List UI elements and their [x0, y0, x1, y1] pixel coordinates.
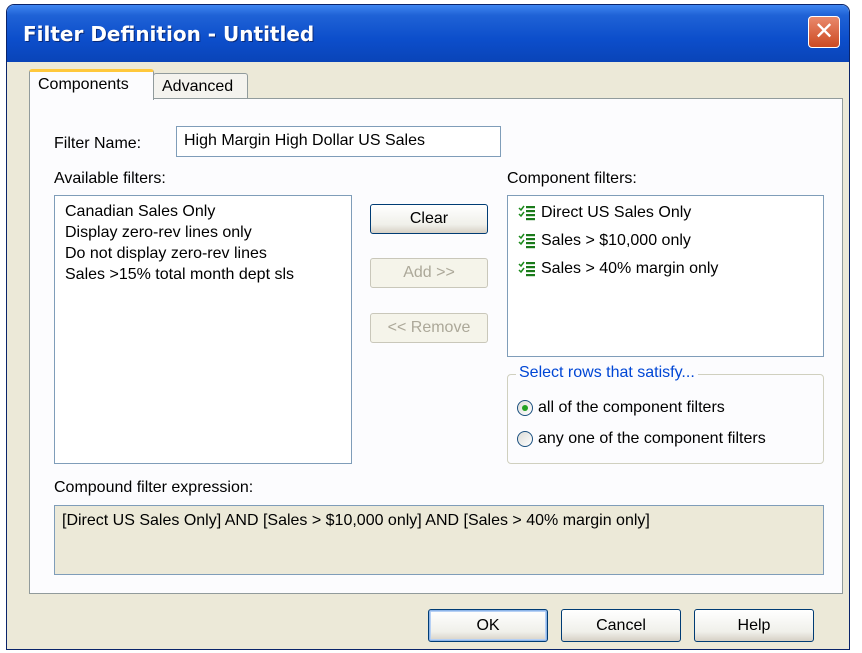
list-item[interactable]: Do not display zero-rev lines	[55, 243, 351, 264]
all-filters-option[interactable]: all of the component filters	[517, 399, 725, 417]
list-item[interactable]: Sales > 40% margin only	[508, 255, 823, 283]
compound-expression-value: [Direct US Sales Only] AND [Sales > $10,…	[62, 512, 650, 529]
list-item[interactable]: Display zero-rev lines only	[55, 222, 351, 243]
close-button[interactable]: ✕	[808, 16, 840, 48]
any-filter-radio[interactable]	[517, 431, 533, 447]
available-filters-list[interactable]: Canadian Sales Only Display zero-rev lin…	[54, 195, 352, 464]
select-rows-legend: Select rows that satisfy...	[516, 364, 698, 382]
filter-list-icon	[518, 261, 535, 277]
close-icon: ✕	[813, 17, 835, 45]
filter-name-value: High Margin High Dollar US Sales	[184, 132, 425, 149]
help-button[interactable]: Help	[694, 609, 814, 642]
list-item[interactable]: Sales > $10,000 only	[508, 227, 823, 255]
add-button-label: Add >>	[403, 264, 455, 281]
components-tab-panel: Filter Name: High Margin High Dollar US …	[29, 98, 843, 594]
ok-button-label: OK	[476, 617, 500, 634]
component-filters-label: Component filters:	[507, 170, 637, 187]
cancel-button[interactable]: Cancel	[561, 609, 681, 642]
all-filters-label: all of the component filters	[538, 399, 725, 416]
filter-name-label: Filter Name:	[54, 135, 142, 152]
any-filter-label: any one of the component filters	[538, 430, 766, 447]
component-item-label: Sales > $10,000 only	[541, 232, 691, 249]
cancel-button-label: Cancel	[596, 617, 646, 634]
tab-components[interactable]: Components	[29, 69, 154, 100]
add-button[interactable]: Add >>	[370, 258, 488, 288]
any-filter-option[interactable]: any one of the component filters	[517, 430, 766, 448]
list-item[interactable]: Canadian Sales Only	[55, 201, 351, 222]
compound-expression-field: [Direct US Sales Only] AND [Sales > $10,…	[54, 505, 824, 575]
component-filters-list[interactable]: Direct US Sales Only Sales > $10,000 onl…	[507, 195, 824, 357]
window-title: Filter Definition - Untitled	[23, 22, 315, 46]
remove-button-label: << Remove	[387, 319, 471, 336]
all-filters-radio[interactable]	[517, 400, 533, 416]
help-button-label: Help	[737, 617, 771, 634]
filter-name-input[interactable]: High Margin High Dollar US Sales	[176, 126, 501, 157]
tab-advanced-label: Advanced	[162, 78, 234, 95]
list-item[interactable]: Sales >15% total month dept sls	[55, 264, 351, 285]
tab-advanced[interactable]: Advanced	[153, 73, 248, 101]
remove-button[interactable]: << Remove	[370, 313, 488, 343]
compound-expression-label: Compound filter expression:	[54, 479, 254, 496]
filter-definition-dialog: Filter Definition - Untitled ✕ Component…	[6, 4, 850, 650]
select-rows-group: Select rows that satisfy... all of the c…	[507, 364, 824, 464]
ok-button[interactable]: OK	[428, 609, 548, 642]
component-item-label: Sales > 40% margin only	[541, 260, 719, 277]
title-bar[interactable]: Filter Definition - Untitled ✕	[7, 5, 849, 62]
filter-list-icon	[518, 233, 535, 249]
tab-components-label: Components	[38, 76, 129, 93]
clear-button[interactable]: Clear	[370, 204, 488, 234]
list-item[interactable]: Direct US Sales Only	[508, 199, 823, 227]
component-item-label: Direct US Sales Only	[541, 204, 692, 221]
filter-list-icon	[518, 205, 535, 221]
available-filters-label: Available filters:	[54, 170, 166, 187]
clear-button-label: Clear	[409, 210, 449, 227]
